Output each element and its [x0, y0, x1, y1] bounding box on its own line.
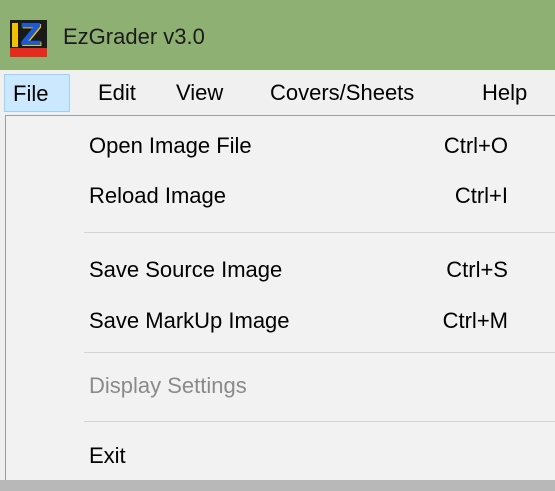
menu-item-label: Exit: [89, 443, 126, 468]
app-window: Z EzGrader v3.0 File Edit View Covers/Sh…: [0, 0, 555, 491]
menu-separator: [84, 352, 555, 353]
menu-item-shortcut: Ctrl+M: [442, 308, 508, 333]
menu-item-save-markup-image[interactable]: Save MarkUp Image Ctrl+M: [6, 297, 555, 345]
menu-item-shortcut: Ctrl+I: [454, 183, 508, 208]
menu-item-label: Reload Image: [89, 183, 226, 208]
menu-item-label: Display Settings: [89, 373, 247, 398]
icon-letter: Z: [20, 20, 42, 53]
menu-edit[interactable]: Edit: [84, 74, 136, 112]
menu-file[interactable]: File: [4, 74, 70, 112]
menu-item-save-source-image[interactable]: Save Source Image Ctrl+S: [6, 246, 555, 294]
menu-covers-sheets[interactable]: Covers/Sheets: [258, 74, 414, 112]
menu-separator: [84, 421, 555, 422]
menu-item-display-settings: Display Settings: [6, 362, 555, 410]
menu-item-label: Open Image File: [89, 133, 252, 158]
menu-item-open-image-file[interactable]: Open Image File Ctrl+O: [6, 122, 555, 170]
menu-bar: File Edit View Covers/Sheets Help: [0, 70, 555, 116]
menu-item-label: Save Source Image: [89, 257, 283, 282]
window-title: EzGrader v3.0: [63, 24, 205, 49]
menu-item-shortcut: Ctrl+O: [443, 133, 508, 158]
window-content-edge: [0, 480, 555, 491]
menu-item-label: Save MarkUp Image: [89, 308, 290, 333]
title-bar[interactable]: Z EzGrader v3.0: [0, 0, 555, 70]
file-menu-dropdown: Open Image File Ctrl+O Reload Image Ctrl…: [5, 115, 555, 490]
menu-item-exit[interactable]: Exit: [6, 432, 555, 480]
menu-item-reload-image[interactable]: Reload Image Ctrl+I: [6, 172, 555, 220]
menu-help[interactable]: Help: [472, 74, 527, 112]
menu-item-shortcut: Ctrl+S: [446, 257, 508, 282]
menu-separator: [84, 232, 555, 233]
icon-yellow-bar: [12, 23, 18, 47]
ezgrader-app-icon[interactable]: Z: [10, 20, 47, 57]
menu-view[interactable]: View: [166, 74, 223, 112]
